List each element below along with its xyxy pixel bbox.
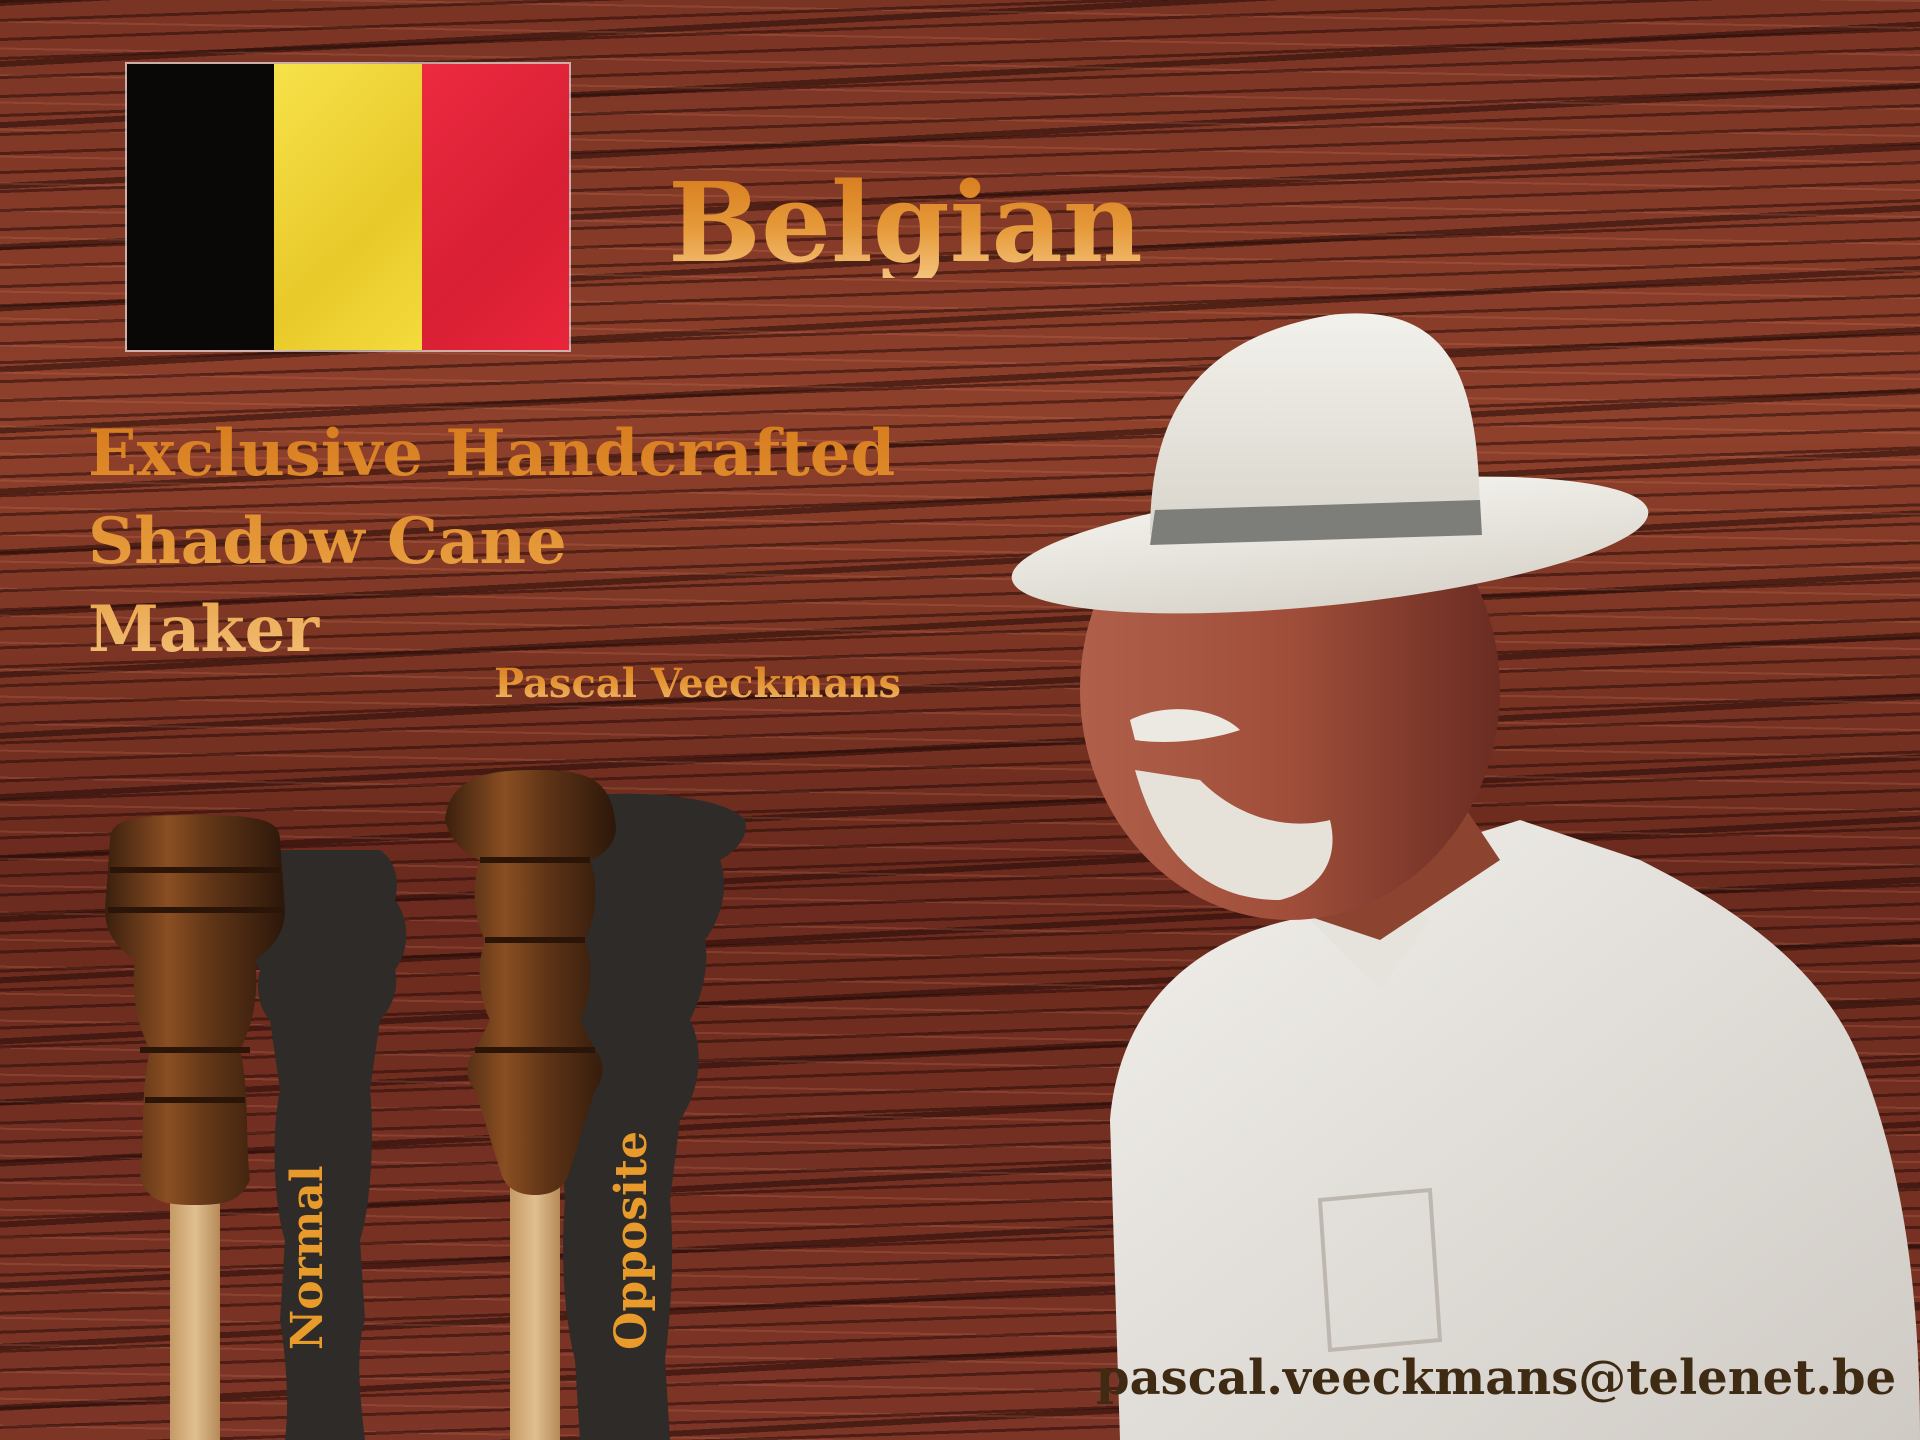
maker-portrait [1011, 313, 1920, 1440]
flag-stripe-red [421, 64, 569, 350]
flag-stripe-yellow [274, 64, 422, 350]
contact-email[interactable]: pascal.veeckmans@telenet.be [1096, 1350, 1896, 1406]
flag-stripe-black [127, 64, 275, 350]
cane-label-opposite: Opposite [606, 1130, 657, 1350]
cane-illustration [105, 770, 746, 1440]
normal-cane-handle [105, 815, 285, 1205]
tagline-line-1: Exclusive Handcrafted [88, 416, 896, 491]
tagline-line-2: Shadow Cane [88, 504, 567, 579]
tagline: Exclusive Handcrafted Shadow Cane Maker [88, 410, 895, 674]
maker-name: Pascal Veeckmans [494, 660, 902, 707]
belgium-flag [127, 64, 569, 350]
cane-label-normal: Normal [282, 1165, 333, 1350]
page-title: Belgian [668, 158, 1143, 287]
opposite-cane-shaft [510, 1170, 560, 1440]
shirt [1110, 820, 1920, 1440]
